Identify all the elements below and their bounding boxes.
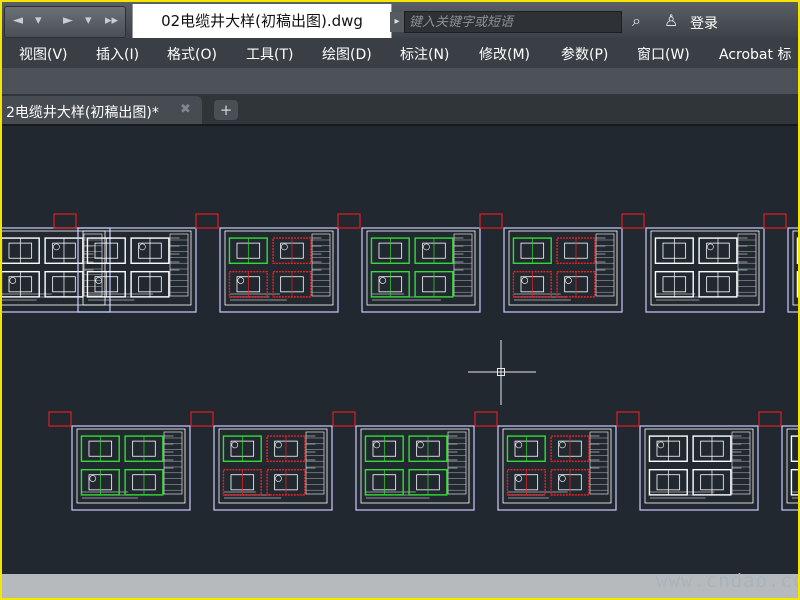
redo-icon[interactable]: ► [63, 13, 73, 28]
menu-parametric[interactable]: 参数(P) [561, 44, 608, 64]
title-bar: ◄ ▾ ► ▾ ▸▸ 02电缆井大样(初稿出图).dwg ▸ 键入关键字或短语 … [2, 2, 798, 38]
sheet-marker-6 [763, 213, 787, 229]
tab-drawing[interactable]: 2电缆井大样(初稿出图)* ✖ [2, 96, 202, 124]
sheet-6[interactable] [645, 227, 765, 313]
sheet-4[interactable] [361, 227, 481, 313]
drawing-canvas[interactable] [2, 124, 798, 576]
sheet-3[interactable] [219, 227, 339, 313]
sheet-marker-10 [474, 411, 498, 427]
sheet-11[interactable] [497, 425, 617, 511]
sheet-1[interactable] [2, 227, 111, 313]
sheet-9[interactable] [213, 425, 333, 511]
new-tab-button[interactable]: + [214, 100, 238, 120]
toolbar-strip [2, 68, 798, 94]
menu-format[interactable]: 格式(O) [167, 44, 217, 64]
search-expand-arrow-icon[interactable]: ▸ [390, 12, 404, 32]
user-icon[interactable]: ♙ [664, 11, 678, 30]
sheet-13[interactable] [781, 425, 798, 511]
document-title: 02电缆井大样(初稿出图).dwg [132, 4, 392, 38]
undo-dropdown-icon[interactable]: ▾ [35, 13, 42, 28]
sheet-12[interactable] [639, 425, 759, 511]
quick-access-toolbar[interactable]: ◄ ▾ ► ▾ ▸▸ [4, 6, 126, 38]
redo-dropdown-icon[interactable]: ▾ [85, 13, 92, 28]
sheet-marker-9 [332, 411, 356, 427]
binoculars-icon[interactable]: ⌕ [632, 11, 641, 31]
menu-dimension[interactable]: 标注(N) [400, 44, 449, 64]
menu-view[interactable]: 视图(V) [19, 44, 68, 64]
menu-modify[interactable]: 修改(M) [479, 44, 530, 64]
login-button[interactable]: 登录 [690, 13, 718, 33]
sheet-marker-2 [195, 213, 219, 229]
crosshair-cursor-icon [468, 340, 536, 405]
tab-label: 2电缆井大样(初稿出图)* [6, 105, 159, 121]
menu-insert[interactable]: 插入(I) [96, 44, 139, 64]
app-window: ◄ ▾ ► ▾ ▸▸ 02电缆井大样(初稿出图).dwg ▸ 键入关键字或短语 … [2, 2, 798, 598]
sheet-marker-12 [758, 411, 782, 427]
expand-icon[interactable]: ▸▸ [105, 13, 118, 28]
sheet-marker-1 [53, 213, 77, 229]
sheet-marker-8 [190, 411, 214, 427]
sheet-marker-5 [621, 213, 645, 229]
sheet-marker-11 [616, 411, 640, 427]
undo-icon[interactable]: ◄ [13, 13, 23, 28]
search-input[interactable]: 键入关键字或短语 [404, 11, 622, 33]
menu-window[interactable]: 窗口(W) [637, 44, 690, 64]
watermark: www.cndao.com [656, 570, 798, 592]
menu-acrobat[interactable]: Acrobat 标 [719, 44, 791, 64]
menu-bar: 视图(V) 插入(I) 格式(O) 工具(T) 绘图(D) 标注(N) 修改(M… [2, 38, 798, 68]
model-space [2, 213, 798, 511]
sheet-7[interactable] [787, 227, 798, 313]
menu-tools[interactable]: 工具(T) [246, 44, 293, 64]
sheet-2[interactable] [77, 227, 197, 313]
sheet-8[interactable] [71, 425, 191, 511]
sheet-marker-7 [48, 411, 72, 427]
sheet-5[interactable] [503, 227, 623, 313]
sheet-marker-3 [337, 213, 361, 229]
menu-draw[interactable]: 绘图(D) [322, 44, 372, 64]
sheet-marker-4 [479, 213, 503, 229]
file-tab-bar: 2电缆井大样(初稿出图)* ✖ + [2, 94, 798, 124]
close-icon[interactable]: ✖ [180, 102, 191, 117]
sheet-10[interactable] [355, 425, 475, 511]
